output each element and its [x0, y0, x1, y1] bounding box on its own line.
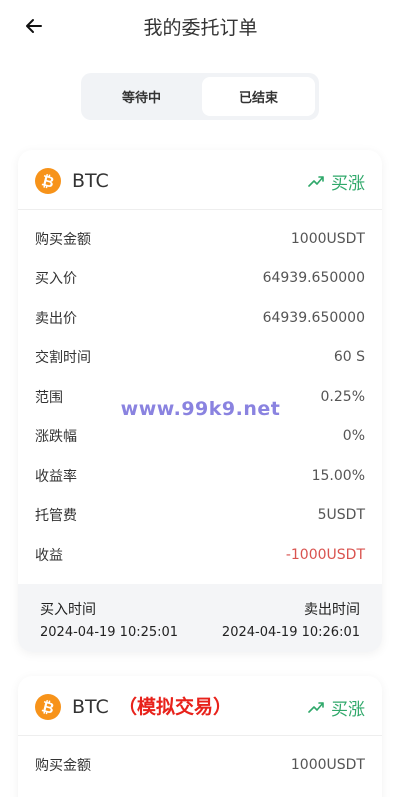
detail-label: 涨跌幅	[35, 429, 77, 446]
detail-row-fee: 托管费 5USDT	[18, 496, 382, 536]
sell-time-label: 卖出时间	[304, 602, 360, 618]
bitcoin-icon: ₿	[35, 168, 61, 194]
detail-row-amount: 购买金额 1000USDT	[18, 745, 382, 785]
detail-value: 1000USDT	[290, 230, 365, 247]
detail-label: 购买金额	[35, 231, 91, 248]
buy-time-label: 买入时间	[40, 602, 96, 618]
header: 我的委托订单	[0, 0, 401, 52]
trend-up-icon	[308, 176, 324, 187]
detail-label: 托管费	[35, 508, 77, 525]
direction-label: 买涨	[331, 699, 365, 720]
coin-name: BTC	[72, 170, 109, 192]
trend-up-icon	[308, 702, 324, 713]
detail-value: 1000USDT	[290, 756, 365, 773]
detail-value: 64939.650000	[262, 309, 365, 326]
detail-value: 60 S	[333, 349, 365, 366]
detail-value: 0%	[342, 428, 365, 445]
detail-value: 64939.650000	[262, 270, 365, 287]
order-card: ₿ BTC （模拟交易） 买涨 购买金额 1000USDT	[18, 676, 382, 797]
order-card-header: ₿ BTC （模拟交易） 买涨	[18, 676, 382, 736]
status-tabs: 等待中 已结束	[81, 73, 319, 120]
direction-label: 买涨	[331, 173, 365, 194]
time-summary: 买入时间 2024-04-19 10:25:01 卖出时间 2024-04-19…	[18, 584, 382, 652]
coin-name: BTC	[72, 696, 109, 718]
bitcoin-icon: ₿	[35, 694, 61, 720]
profit-value: -1000USDT	[285, 546, 365, 563]
tab-pending[interactable]: 等待中	[85, 77, 198, 116]
watermark: www.99k9.net	[120, 398, 281, 420]
detail-row-buy-price: 买入价 64939.650000	[18, 259, 382, 299]
detail-value: 15.00%	[311, 467, 365, 484]
detail-row-delivery-time: 交割时间 60 S	[18, 338, 382, 378]
order-detail-list: 购买金额 1000USDT 买入价 64939.650000 卖出价 64939…	[18, 219, 382, 575]
order-card-header: ₿ BTC 买涨	[18, 150, 382, 210]
order-detail-list: 购买金额 1000USDT	[18, 745, 382, 785]
simulated-trade-badge: （模拟交易）	[118, 696, 233, 718]
detail-label: 买入价	[35, 271, 77, 288]
detail-label: 卖出价	[35, 310, 77, 327]
sell-time-value: 2024-04-19 10:26:01	[221, 625, 360, 640]
direction-badge: 买涨	[308, 694, 365, 720]
buy-time-value: 2024-04-19 10:25:01	[40, 625, 179, 640]
detail-label: 交割时间	[35, 350, 91, 367]
detail-row-profit: 收益 -1000USDT	[18, 535, 382, 575]
direction-badge: 买涨	[308, 168, 365, 194]
detail-row-sell-price: 卖出价 64939.650000	[18, 298, 382, 338]
detail-label: 收益率	[35, 468, 77, 485]
detail-label: 收益	[35, 547, 63, 564]
detail-label: 购买金额	[35, 757, 91, 774]
detail-row-amount: 购买金额 1000USDT	[18, 219, 382, 259]
detail-row-yield: 收益率 15.00%	[18, 456, 382, 496]
detail-row-change: 涨跌幅 0%	[18, 417, 382, 457]
page-title: 我的委托订单	[143, 17, 258, 39]
detail-value: 5USDT	[317, 507, 365, 524]
tab-finished[interactable]: 已结束	[202, 77, 315, 116]
